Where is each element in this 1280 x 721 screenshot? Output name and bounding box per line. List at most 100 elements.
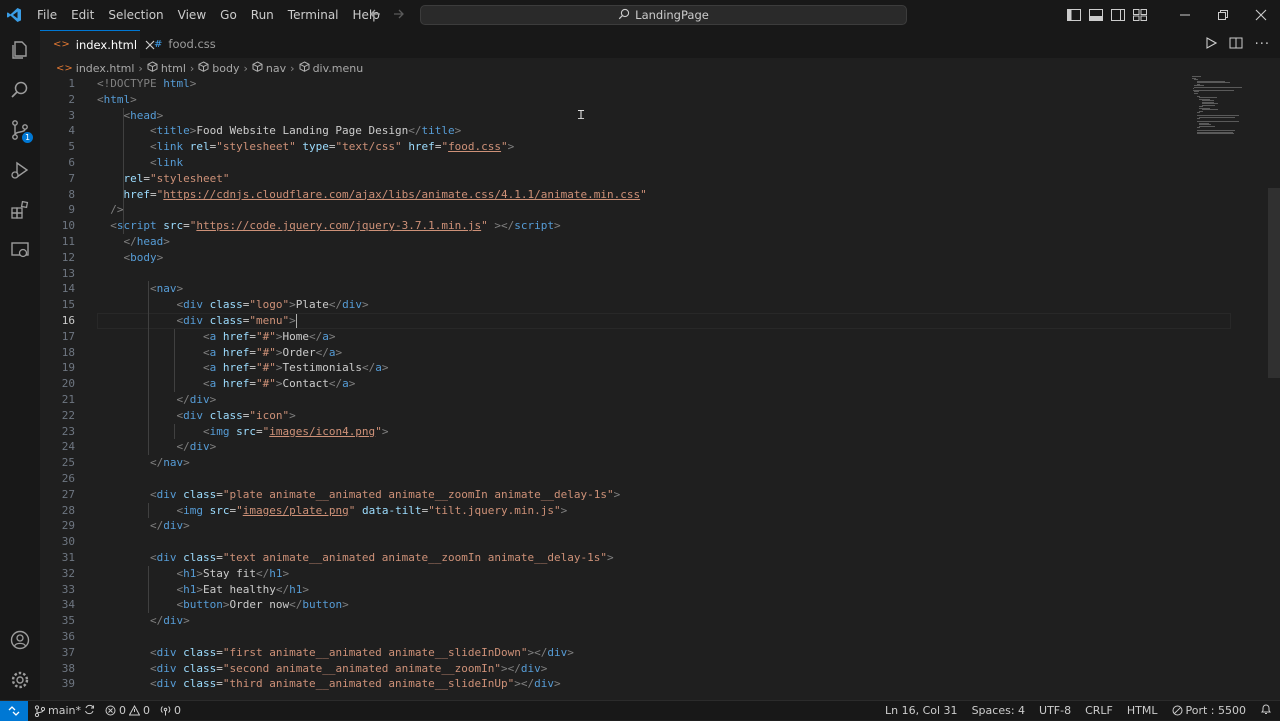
search-icon[interactable]	[0, 70, 40, 110]
accounts-icon[interactable]	[0, 620, 40, 660]
menu-item-selection[interactable]: Selection	[101, 0, 170, 30]
file-encoding[interactable]: UTF-8	[1039, 704, 1071, 717]
code-token: rel	[189, 140, 210, 154]
source-control-icon[interactable]: 1	[0, 110, 40, 150]
run-file-icon[interactable]	[1205, 36, 1217, 52]
breadcrumb-item[interactable]: nav	[252, 61, 286, 75]
status-bar: main* 0 0 0 Ln 16, Col 31 Spaces: 4 UTF-…	[0, 700, 1280, 721]
code-token: src	[209, 503, 230, 517]
code-text: <div class="icon">	[97, 408, 295, 424]
menu-item-view[interactable]: View	[171, 0, 213, 30]
code-token: "	[236, 503, 243, 517]
tab-index-html[interactable]: <> index.html	[40, 30, 155, 58]
code-token: </	[149, 456, 164, 470]
line-number: 12	[61, 250, 75, 264]
code-token: class	[183, 551, 217, 564]
live-server-port[interactable]: Port : 5500	[1172, 704, 1246, 717]
element-cube-icon	[299, 61, 310, 75]
menu-item-go[interactable]: Go	[213, 0, 244, 30]
close-window-icon[interactable]	[1242, 0, 1280, 30]
code-token: =	[249, 329, 256, 343]
menu-item-run[interactable]: Run	[244, 0, 281, 30]
more-actions-icon[interactable]: ···	[1255, 37, 1270, 52]
minimap-line	[1199, 116, 1235, 118]
error-icon	[105, 705, 116, 716]
forward-arrow-icon[interactable]	[392, 7, 406, 24]
problems-indicator[interactable]: 0 0	[105, 704, 150, 717]
line-number: 36	[61, 630, 75, 643]
code-token: >	[156, 250, 164, 264]
breadcrumb-item[interactable]: div.menu	[299, 61, 363, 75]
code-text: </div>	[97, 392, 216, 408]
back-arrow-icon[interactable]	[368, 7, 382, 24]
restore-icon[interactable]	[1204, 0, 1242, 30]
code-text: <div class="third animate__animated anim…	[97, 676, 561, 692]
code-text: <div class="menu">	[97, 313, 297, 329]
remote-indicator-icon[interactable]	[0, 700, 28, 721]
toggle-secondary-sidebar-icon[interactable]	[1110, 8, 1126, 22]
run-and-debug-icon[interactable]	[0, 150, 40, 190]
split-editor-icon[interactable]	[1229, 37, 1243, 52]
end-of-line[interactable]: CRLF	[1085, 704, 1113, 717]
breadcrumb-item[interactable]: <> index.html	[56, 62, 134, 75]
language-mode[interactable]: HTML	[1127, 704, 1158, 717]
cursor-position[interactable]: Ln 16, Col 31	[885, 704, 958, 717]
line-number: 16	[61, 314, 75, 327]
minimize-icon[interactable]	[1166, 0, 1204, 30]
code-token: <	[202, 377, 210, 391]
vscode-logo-icon	[0, 0, 28, 30]
code-token: Contact	[282, 377, 329, 391]
tab-food-css[interactable]: # food.css	[140, 30, 240, 58]
code-text: <link rel="stylesheet" type="text/css" h…	[97, 139, 514, 155]
ports-indicator[interactable]: 0	[160, 704, 181, 717]
code-token: data-tilt	[361, 503, 422, 517]
git-branch[interactable]: main*	[34, 704, 95, 718]
explorer-icon[interactable]	[0, 30, 40, 70]
code-text: <button>Order now</button>	[97, 597, 348, 613]
code-token: link	[156, 156, 184, 169]
navigation-arrows	[368, 0, 406, 30]
customize-layout-icon[interactable]	[1132, 8, 1148, 22]
minimap[interactable]	[1192, 76, 1252, 136]
vertical-scrollbar[interactable]	[1268, 76, 1280, 700]
manage-gear-icon[interactable]	[0, 660, 40, 700]
code-token: food.css	[448, 140, 502, 154]
code-text: <script src="https://code.jquery.com/jqu…	[97, 218, 560, 234]
code-token: script	[514, 219, 555, 233]
menu-item-terminal[interactable]: Terminal	[281, 0, 346, 30]
sync-icon[interactable]	[84, 704, 95, 718]
code-editor[interactable]: 1 <!DOCTYPE html> 2 <html> 3 <head> 4 <title>…	[40, 76, 1268, 700]
menu-item-file[interactable]: File	[30, 0, 64, 30]
code-token: nav	[163, 456, 184, 470]
breadcrumb-item[interactable]: html	[147, 61, 186, 75]
code-token: head	[130, 108, 157, 122]
code-token: </	[328, 377, 343, 391]
indentation[interactable]: Spaces: 4	[972, 704, 1025, 717]
toggle-primary-sidebar-icon[interactable]	[1066, 8, 1082, 22]
menu-item-edit[interactable]: Edit	[64, 0, 101, 30]
code-text: <div class="text animate__animated anima…	[97, 550, 614, 566]
scrollbar-thumb[interactable]	[1268, 188, 1280, 378]
code-token: </	[328, 298, 343, 312]
toggle-panel-icon[interactable]	[1088, 8, 1104, 22]
code-text: <html>	[97, 92, 137, 108]
breadcrumb-item[interactable]: body	[198, 61, 240, 75]
code-text: <a href="#">Home</a>	[97, 329, 336, 345]
code-token: >	[381, 424, 389, 438]
code-token: =	[249, 345, 256, 359]
code-token: div	[156, 487, 184, 501]
code-token: div	[342, 298, 362, 312]
code-token: class	[183, 645, 217, 659]
breadcrumb-label: html	[160, 61, 186, 75]
code-token: Eat healthy	[202, 582, 276, 596]
extensions-icon[interactable]	[0, 190, 40, 230]
notifications-bell-icon[interactable]	[1260, 703, 1272, 718]
code-token: "text animate__animated animate__zoomIn …	[222, 551, 607, 564]
remote-explorer-icon[interactable]	[0, 230, 40, 270]
code-text: <a href="#">Testimonials</a>	[97, 360, 388, 376]
command-center-search[interactable]: LandingPage	[420, 5, 907, 25]
